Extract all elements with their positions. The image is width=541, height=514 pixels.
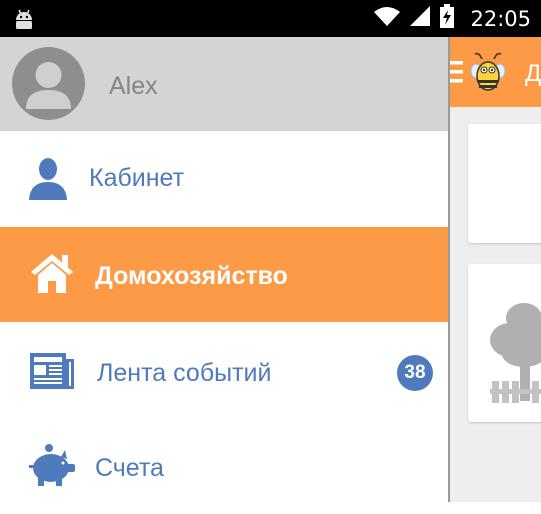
app-title: Д [525,60,541,87]
battery-charging-icon [440,4,455,33]
nav-item-cabinet[interactable]: Кабинет [0,131,448,226]
notification-badge: 38 [397,355,433,391]
wifi-icon [374,6,401,31]
person-icon [29,158,67,205]
bee-logo-icon[interactable] [470,51,506,98]
status-bar: 22:05 [0,0,541,37]
household-card[interactable] [468,264,541,422]
newspaper-icon [30,353,74,394]
navigation-drawer: Alex Кабинет Домохозяйство Лента событий… [0,37,448,502]
nav-item-event-feed[interactable]: Лента событий 38 [0,324,448,419]
android-icon [14,8,34,35]
avatar-icon[interactable] [12,47,85,120]
home-icon [31,253,73,298]
nav-label-cabinet: Кабинет [89,164,185,192]
app-content: Д [449,37,541,502]
nav-item-accounts[interactable]: Счета [0,419,448,514]
signal-icon [410,6,431,31]
nav-label-event-feed: Лента событий [97,359,272,387]
dashboard-card[interactable] [468,124,541,243]
nav-label-accounts: Счета [95,454,164,482]
user-name: Alex [109,72,158,100]
nav-item-household[interactable]: Домохозяйство [0,227,448,322]
app-bar: Д [449,37,541,107]
menu-icon[interactable] [449,59,463,90]
drawer-divider [448,37,450,502]
nav-label-household: Домохозяйство [95,262,288,290]
status-time: 22:05 [470,6,531,31]
profile-header[interactable]: Alex [0,37,448,131]
tree-fence-icon [490,296,541,416]
piggy-bank-icon [29,444,75,491]
